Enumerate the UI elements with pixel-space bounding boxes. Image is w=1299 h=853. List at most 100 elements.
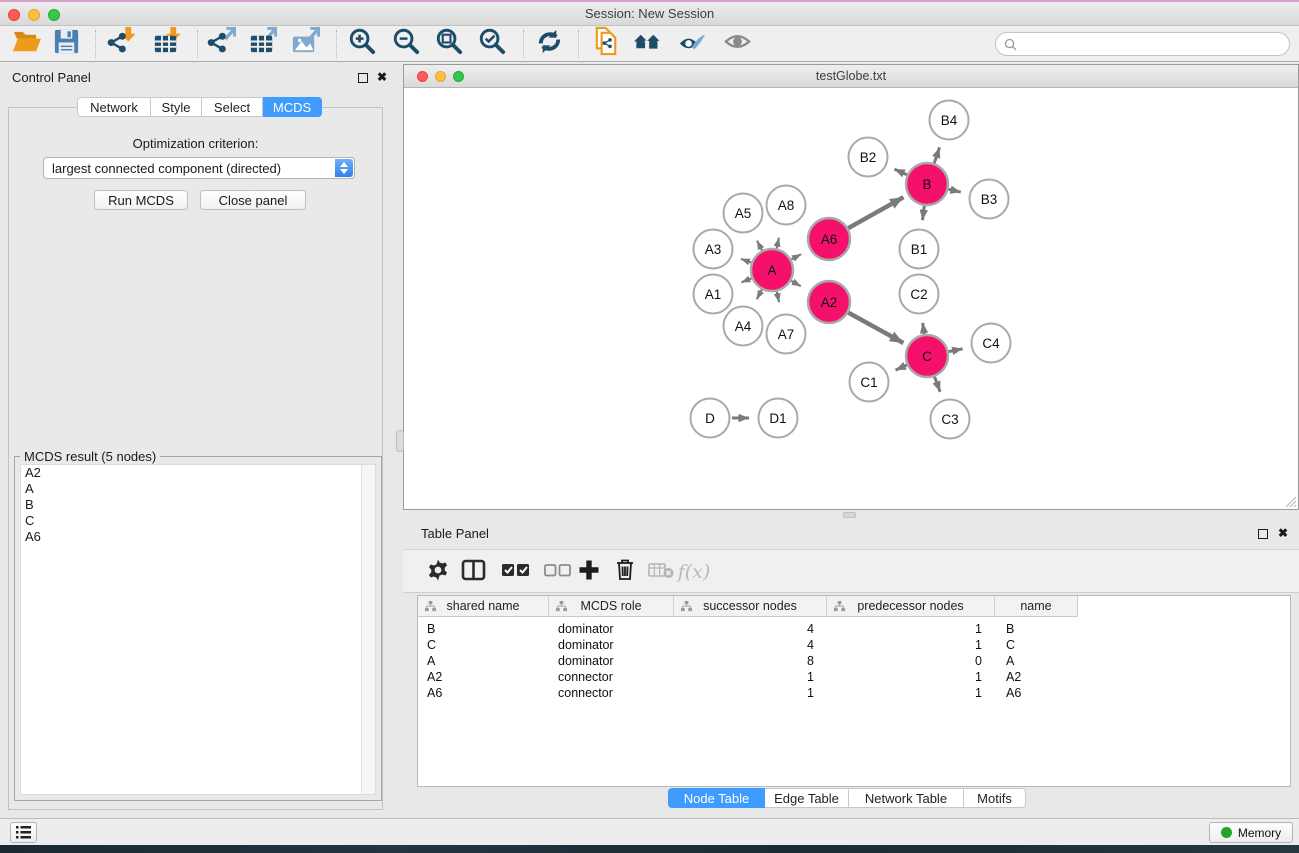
column-header-shared-name[interactable]: shared name — [418, 596, 549, 617]
zoom-fit-button[interactable] — [431, 28, 467, 60]
table-row[interactable]: A6connector11A6 — [418, 685, 1290, 701]
run-mcds-button[interactable]: Run MCDS — [94, 190, 188, 210]
graph-node-C1[interactable]: C1 — [850, 363, 889, 402]
graph-node-B4[interactable]: B4 — [930, 101, 969, 140]
graph-node-A[interactable]: A — [751, 249, 793, 291]
graph-edge-A6-B[interactable] — [848, 197, 903, 228]
search-box[interactable] — [995, 32, 1290, 56]
graph-edge-C-C1[interactable] — [896, 365, 907, 370]
zoom-selected-button[interactable] — [474, 28, 510, 60]
eye-button[interactable] — [719, 28, 755, 60]
tab-network[interactable]: Network — [77, 97, 151, 117]
columns-button[interactable] — [458, 557, 488, 587]
graph-edge-C-C4[interactable] — [949, 349, 963, 352]
zoom-in-button[interactable] — [344, 28, 380, 60]
float-panel-icon[interactable] — [1258, 529, 1268, 539]
export-network-button[interactable] — [203, 28, 239, 60]
graph-edge-B-B2[interactable] — [894, 169, 907, 175]
graph-node-A5[interactable]: A5 — [724, 194, 763, 233]
graph-node-D1[interactable]: D1 — [759, 399, 798, 438]
tab-node-table[interactable]: Node Table — [668, 788, 765, 808]
table-row[interactable]: A2connector11A2 — [418, 669, 1290, 685]
tab-mcds[interactable]: MCDS — [263, 97, 322, 117]
eye-pen-button[interactable] — [673, 28, 709, 60]
import-network-button[interactable] — [103, 28, 139, 60]
close-panel-icon[interactable]: ✖ — [1278, 528, 1288, 538]
vertical-splitter-handle[interactable] — [396, 430, 404, 452]
settings-button[interactable] — [423, 557, 453, 587]
open-file-button[interactable] — [8, 28, 44, 60]
mcds-result-item[interactable]: A2 — [21, 465, 375, 481]
graph-node-C3[interactable]: C3 — [931, 400, 970, 439]
column-header-predecessor-nodes[interactable]: predecessor nodes — [827, 596, 995, 617]
graph-node-C4[interactable]: C4 — [972, 324, 1011, 363]
add-row-button[interactable] — [574, 557, 604, 587]
graph-edge-A-A8[interactable] — [777, 238, 779, 249]
graph-node-A1[interactable]: A1 — [694, 275, 733, 314]
resize-grip-icon[interactable] — [1284, 495, 1297, 508]
column-header-name[interactable]: name — [995, 596, 1078, 617]
mcds-result-list[interactable]: A2ABCA6 — [20, 464, 376, 795]
graph-node-A3[interactable]: A3 — [694, 230, 733, 269]
scrollbar-track[interactable] — [361, 465, 375, 794]
graph-node-C[interactable]: C — [906, 335, 948, 377]
export-table-button[interactable] — [244, 28, 280, 60]
graph-edge-A2-C[interactable] — [848, 313, 903, 343]
tab-select[interactable]: Select — [202, 97, 263, 117]
graph-edge-A-A6[interactable] — [791, 254, 801, 259]
memory-button[interactable]: Memory — [1209, 822, 1293, 843]
mcds-result-item[interactable]: B — [21, 497, 375, 513]
delete-row-button[interactable] — [610, 557, 640, 587]
table-row[interactable]: Cdominator41C — [418, 637, 1290, 653]
graph-edge-A-A1[interactable] — [741, 278, 751, 282]
graph-node-D[interactable]: D — [691, 399, 730, 438]
network-canvas[interactable]: B4B2BB3A8A5A6A3B1AA1C2A2A4A7C4CC1C3DD1 — [404, 89, 1298, 509]
network-from-file-button[interactable] — [588, 28, 624, 60]
save-session-button[interactable] — [48, 28, 84, 60]
graph-edge-B-B4[interactable] — [934, 147, 939, 163]
graph-edge-C-C2[interactable] — [923, 323, 925, 334]
optimization-criterion-dropdown[interactable]: largest connected component (directed) — [43, 157, 355, 179]
show-task-history-button[interactable] — [10, 822, 37, 843]
mcds-result-item[interactable]: A6 — [21, 529, 375, 545]
graph-edge-A-A3[interactable] — [741, 259, 751, 263]
graph-edge-A-A7[interactable] — [777, 292, 779, 303]
close-panel-button[interactable]: Close panel — [200, 190, 306, 210]
graph-node-B1[interactable]: B1 — [900, 230, 939, 269]
graph-edge-B-B3[interactable] — [948, 189, 960, 192]
table-row[interactable]: Bdominator41B — [418, 621, 1290, 637]
graph-node-A2[interactable]: A2 — [808, 281, 850, 323]
zoom-out-button[interactable] — [388, 28, 424, 60]
graph-node-B[interactable]: B — [906, 163, 948, 205]
graph-node-A6[interactable]: A6 — [808, 218, 850, 260]
column-header-successor-nodes[interactable]: successor nodes — [674, 596, 827, 617]
import-table-button[interactable] — [148, 28, 184, 60]
column-header-MCDS-role[interactable]: MCDS role — [549, 596, 674, 617]
graph-edge-A-A4[interactable] — [757, 290, 762, 300]
graph-edge-A-A5[interactable] — [757, 241, 762, 251]
graph-node-A4[interactable]: A4 — [724, 307, 763, 346]
search-input[interactable] — [1022, 37, 1289, 51]
tab-motifs[interactable]: Motifs — [964, 788, 1026, 808]
graph-edge-B-B1[interactable] — [923, 206, 925, 220]
tab-network-table[interactable]: Network Table — [849, 788, 964, 808]
tab-style[interactable]: Style — [151, 97, 202, 117]
graph-node-A7[interactable]: A7 — [767, 315, 806, 354]
close-panel-icon[interactable]: ✖ — [377, 72, 387, 82]
graph-edge-C-C3[interactable] — [935, 377, 941, 392]
table-row[interactable]: Adominator80A — [418, 653, 1290, 669]
float-panel-icon[interactable] — [358, 73, 368, 83]
graph-node-C2[interactable]: C2 — [900, 275, 939, 314]
refresh-button[interactable] — [531, 28, 567, 60]
mcds-result-item[interactable]: A — [21, 481, 375, 497]
horizontal-splitter-handle[interactable] — [843, 512, 856, 518]
graph-edge-A-A2[interactable] — [791, 281, 801, 286]
tab-edge-table[interactable]: Edge Table — [765, 788, 849, 808]
deselect-all-button[interactable] — [542, 557, 572, 587]
graph-node-B2[interactable]: B2 — [849, 138, 888, 177]
homes-button[interactable] — [629, 28, 665, 60]
select-all-button[interactable] — [500, 557, 530, 587]
mcds-result-item[interactable]: C — [21, 513, 375, 529]
graph-node-B3[interactable]: B3 — [970, 180, 1009, 219]
export-image-button[interactable] — [287, 28, 323, 60]
